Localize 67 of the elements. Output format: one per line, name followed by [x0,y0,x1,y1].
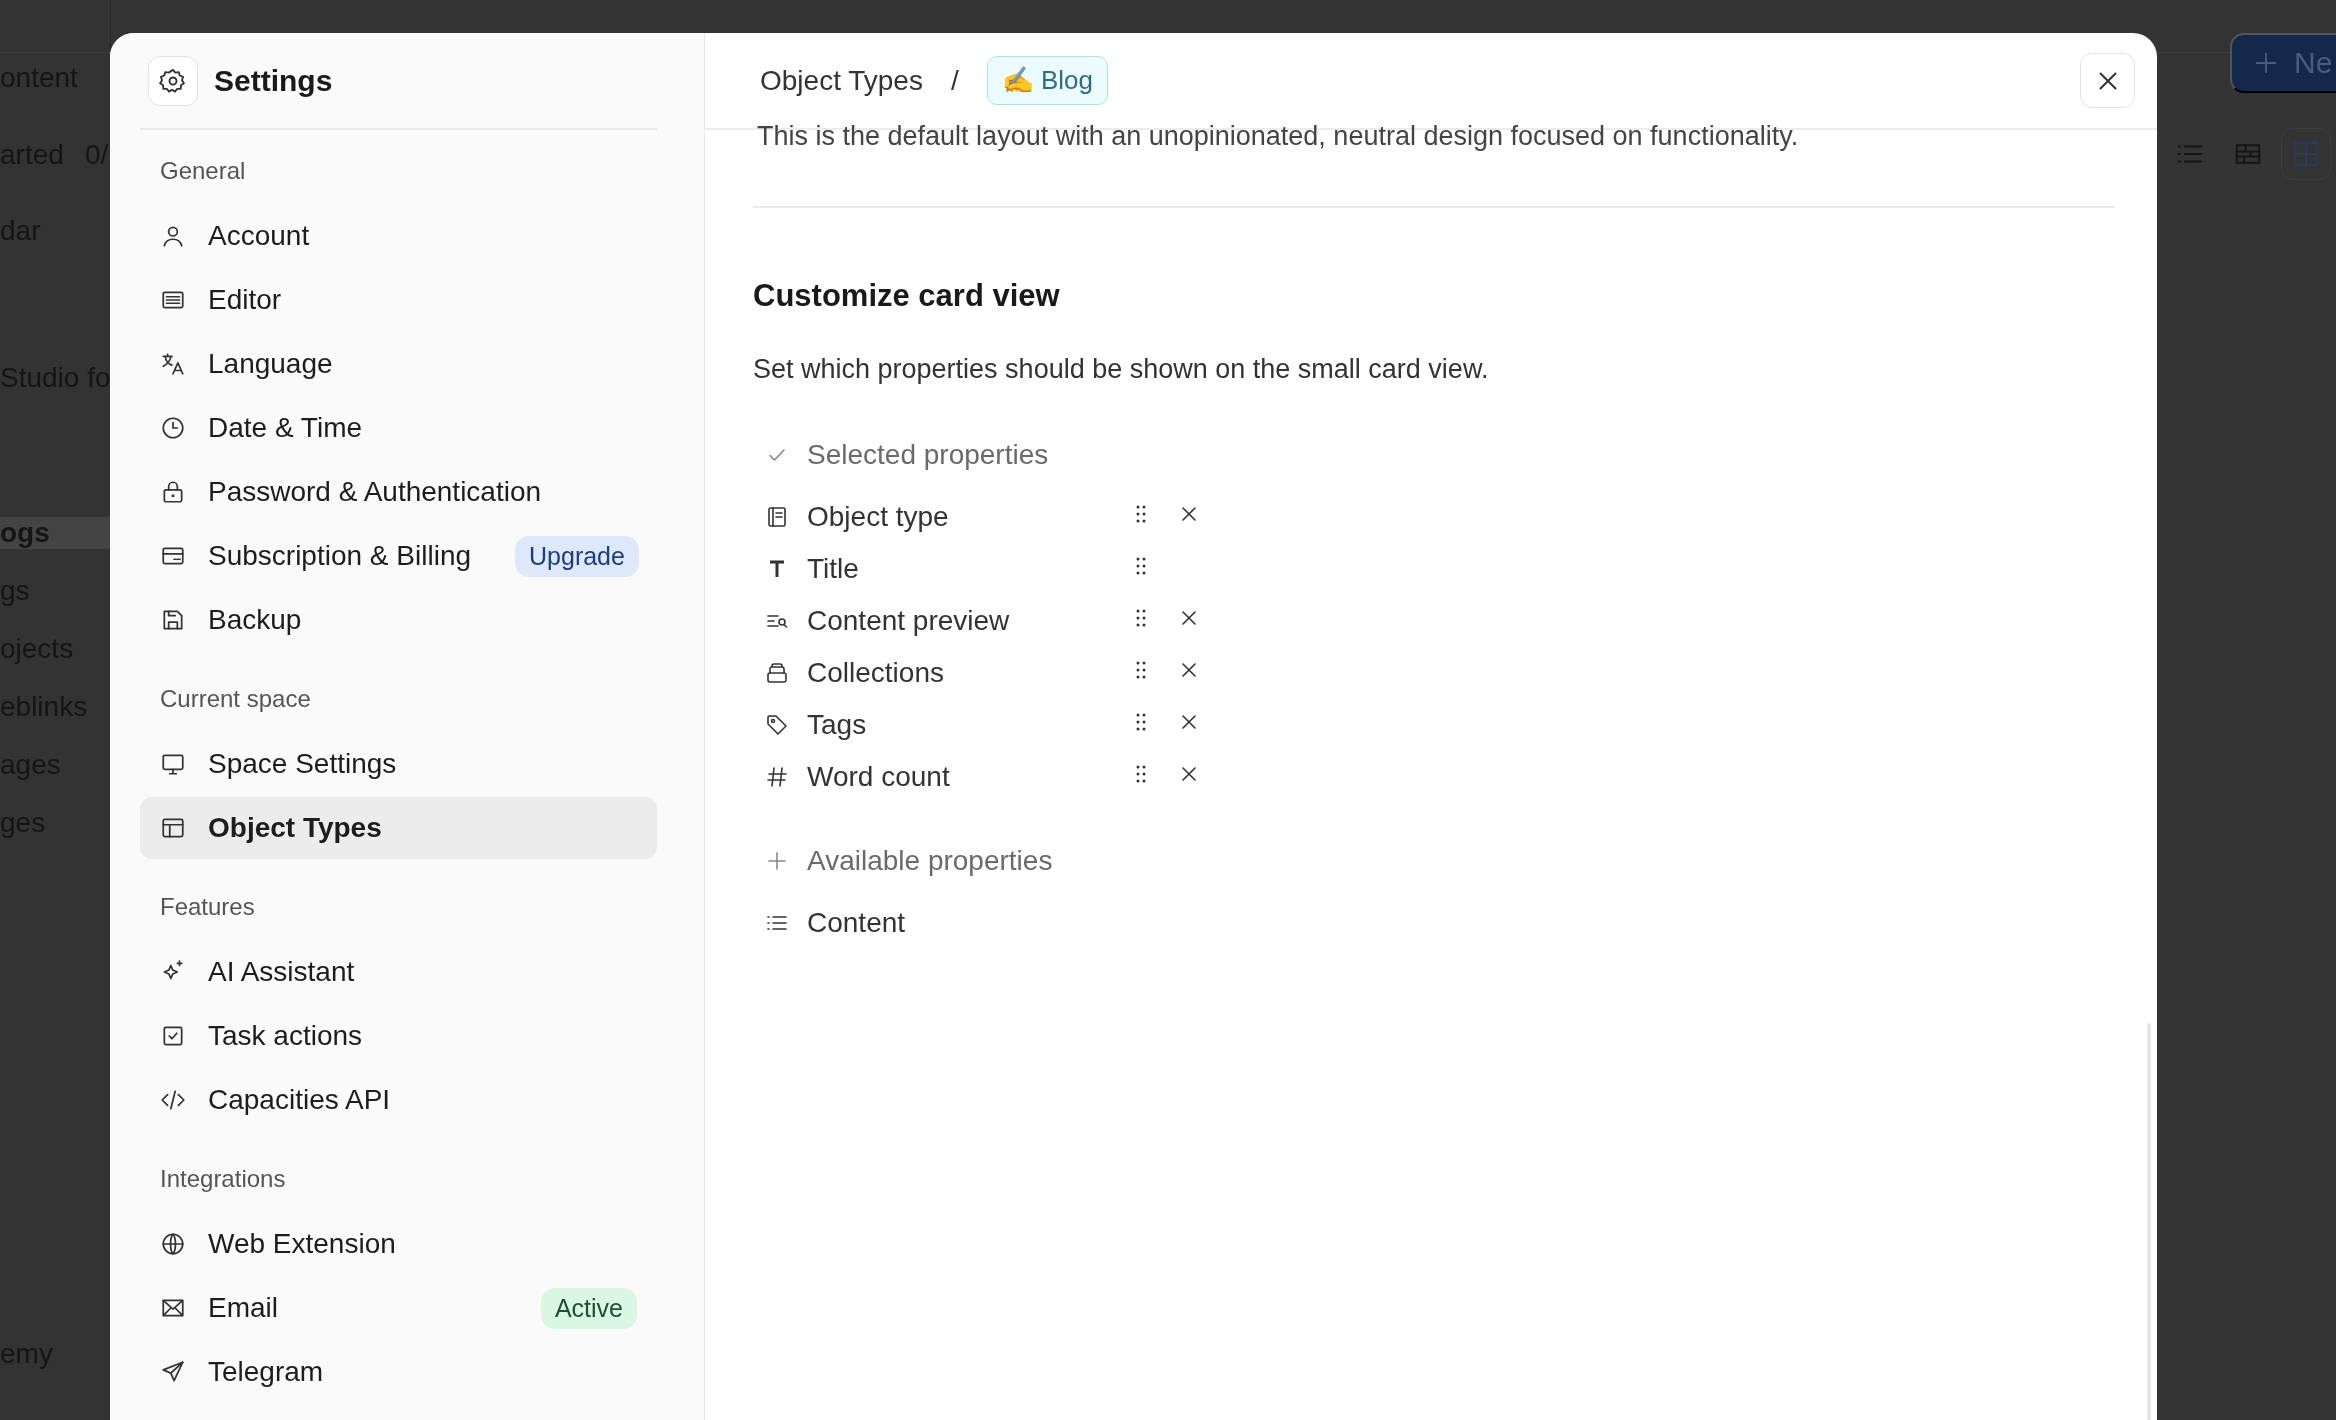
settings-nav-item[interactable]: Object Types [140,797,657,859]
group-heading: Selected properties [807,439,1049,471]
nav-label: Capacities API [208,1084,391,1116]
globe-icon [160,1231,186,1257]
settings-title: Settings [214,63,333,98]
breadcrumb-separator: / [950,64,959,97]
nav-label: Space Settings [208,748,397,780]
hash-icon [765,765,789,789]
section-heading: Current space [159,684,312,714]
status-badge: Active [540,1287,637,1329]
breadcrumb-link[interactable]: Object Types [760,64,923,97]
settings-nav-item[interactable]: Web Extension [140,1213,657,1275]
nav-label: Task actions [208,1020,363,1052]
section-description: Set which properties should be shown on the small card view. [753,354,1490,385]
checkbox-icon [160,1023,186,1049]
view-button[interactable] [2281,128,2331,180]
layout-description: This is the default layout with an unopinionated, neutral design focused on functionality. [756,120,1800,153]
tag-icon [765,713,789,737]
clock-icon [160,415,186,441]
group-heading: Available properties [807,845,1053,877]
nav-label: Email [208,1292,278,1324]
nav-label: Account [208,220,310,252]
settings-nav-item[interactable]: Task actions [140,1005,657,1067]
layout-icon [160,815,186,841]
nav-label: Object Types [208,812,382,844]
stack-icon [765,661,789,685]
document-icon [765,505,789,529]
settings-nav-item[interactable]: Date & Time [140,397,657,459]
nav-label: AI Assistant [208,956,355,988]
nav-label: Language [208,348,333,380]
monitor-icon [160,751,186,777]
nav-label: Password & Authentication [208,476,542,508]
plus-icon [765,849,789,873]
nav-label: Backup [208,604,302,636]
nav-label: Web Extension [208,1228,396,1260]
settings-nav-item[interactable]: Capacities API [140,1069,657,1131]
section-heading: Integrations [159,1164,287,1194]
section-heading: Features [159,892,256,922]
settings-nav-item[interactable]: Email Active [140,1277,657,1339]
property-label: Object type [807,501,950,533]
nav-label: Telegram [208,1356,324,1388]
property-label: Title [807,553,860,585]
grid-icon [2291,139,2321,169]
settings-nav-item[interactable]: Language [140,333,657,395]
settings-nav-item[interactable]: AI Assistant [140,941,657,1003]
settings-nav-item[interactable]: Password & Authentication [140,461,657,523]
settings-nav-item[interactable]: Telegram [140,1341,657,1403]
property-label: Content preview [807,605,1011,637]
nav-label: Editor [208,284,282,316]
lock-icon [160,479,186,505]
settings-nav-item[interactable]: Editor [140,269,657,331]
nav-label: Date & Time [208,412,363,444]
section-heading: General [159,156,247,186]
property-label: Word count [807,761,951,793]
settings-nav-item[interactable]: Space Settings [140,733,657,795]
translate-icon [160,351,186,377]
settings-nav-item[interactable]: Backup [140,589,657,651]
upgrade-badge: Upgrade [515,535,639,577]
settings-nav-item[interactable]: Subscription & Billing Upgrade [140,525,657,587]
property-label: Collections [807,657,945,689]
object-type-tag: ✍ Blog [986,56,1108,105]
property-label[interactable]: Content [807,907,1107,939]
settings-nav-item[interactable]: Account [140,205,657,267]
property-label: Tags [807,709,868,741]
close-button[interactable] [2080,53,2135,108]
nav-label: Subscription & Billing [208,540,472,572]
section-title: Customize card view [753,278,1061,314]
